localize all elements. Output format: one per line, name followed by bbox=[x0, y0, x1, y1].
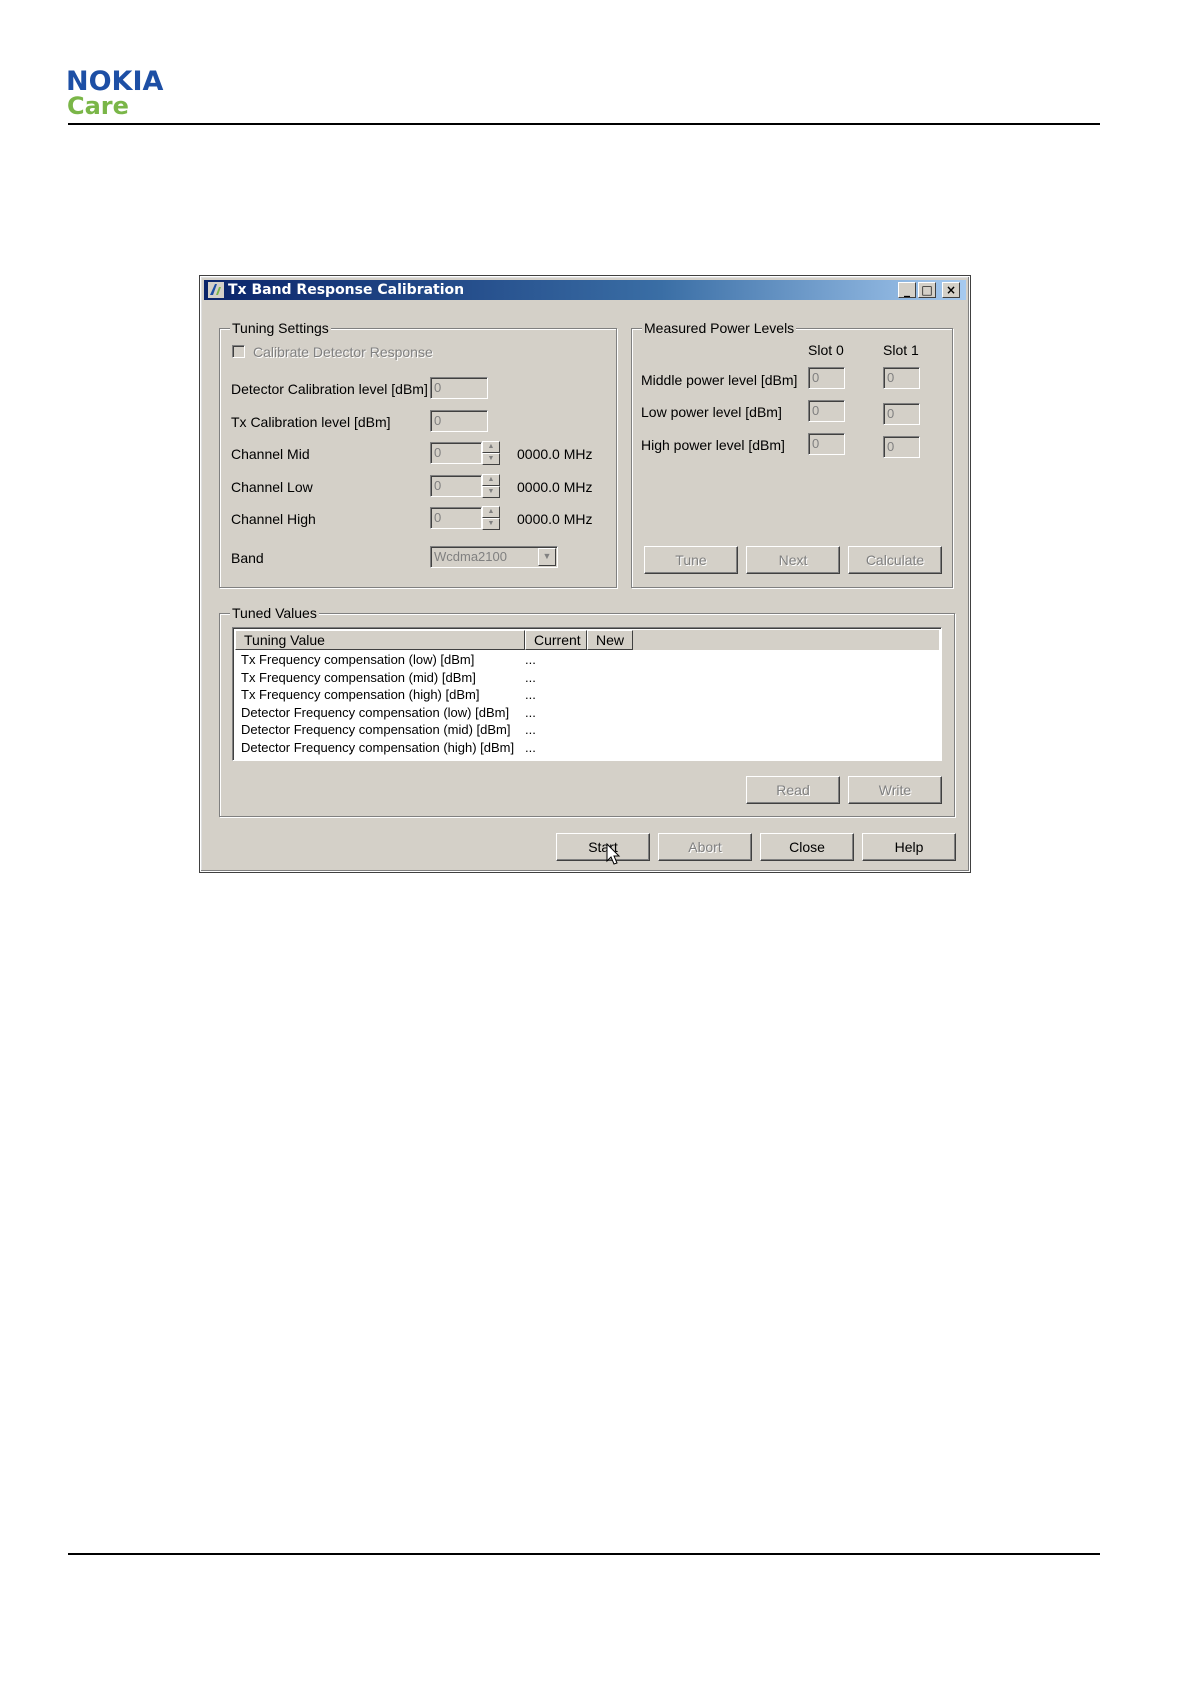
table-row[interactable]: Detector Frequency compensation (low) [d… bbox=[235, 704, 939, 722]
measured-power-label: Measured Power Levels bbox=[642, 320, 797, 336]
column-header-tuning-value[interactable]: Tuning Value bbox=[235, 630, 525, 650]
row-current: ... bbox=[525, 722, 536, 738]
title-bar[interactable]: Tx Band Response Calibration _ □ × bbox=[204, 280, 966, 300]
channel-low-label: Channel Low bbox=[231, 479, 313, 495]
column-header-new[interactable]: New bbox=[587, 630, 633, 650]
maximize-button[interactable]: □ bbox=[918, 282, 936, 298]
calibrate-detector-checkbox[interactable] bbox=[232, 345, 245, 358]
middle-power-slot0-input[interactable]: 0 bbox=[808, 367, 845, 389]
column-header-current[interactable]: Current bbox=[525, 630, 587, 650]
list-header: Tuning Value Current New bbox=[235, 630, 939, 650]
tuned-values-label: Tuned Values bbox=[230, 605, 319, 621]
channel-mid-frequency: 0000.0 MHz bbox=[517, 446, 593, 462]
middle-power-label: Middle power level [dBm] bbox=[641, 372, 798, 388]
tuning-settings-label: Tuning Settings bbox=[230, 320, 331, 336]
up-arrow-icon[interactable]: ▲ bbox=[482, 506, 500, 518]
channel-high-frequency: 0000.0 MHz bbox=[517, 511, 593, 527]
header-rule bbox=[68, 123, 1100, 125]
window-title: Tx Band Response Calibration bbox=[228, 282, 465, 298]
row-current: ... bbox=[525, 704, 536, 720]
calibrate-detector-label: Calibrate Detector Response bbox=[253, 344, 433, 360]
low-power-slot0-input[interactable]: 0 bbox=[808, 400, 845, 422]
table-row[interactable]: Tx Frequency compensation (high) [dBm]..… bbox=[235, 686, 939, 704]
help-button[interactable]: Help bbox=[862, 833, 956, 861]
tune-button[interactable]: Tune bbox=[644, 546, 738, 574]
read-button[interactable]: Read bbox=[746, 776, 840, 804]
detector-calibration-level-input[interactable]: 0 bbox=[430, 377, 488, 399]
row-name: Tx Frequency compensation (low) [dBm] bbox=[241, 652, 475, 667]
row-name: Detector Frequency compensation (mid) [d… bbox=[241, 722, 511, 738]
minimize-button[interactable]: _ bbox=[898, 282, 916, 298]
tx-calibration-level-label: Tx Calibration level [dBm] bbox=[231, 414, 391, 430]
band-selected-value: Wcdma2100 bbox=[434, 549, 507, 564]
row-name: Tx Frequency compensation (mid) [dBm] bbox=[241, 669, 476, 685]
calculate-button[interactable]: Calculate bbox=[848, 546, 942, 574]
table-row[interactable]: Tx Frequency compensation (mid) [dBm]... bbox=[235, 669, 939, 687]
close-button[interactable]: Close bbox=[760, 833, 854, 861]
close-window-button[interactable]: × bbox=[942, 282, 960, 298]
low-power-label: Low power level [dBm] bbox=[641, 404, 782, 420]
app-icon bbox=[208, 282, 224, 298]
high-power-slot1-input[interactable]: 0 bbox=[883, 436, 920, 458]
row-name: Detector Frequency compensation (low) [d… bbox=[241, 704, 510, 720]
channel-high-label: Channel High bbox=[231, 511, 316, 527]
row-name: Tx Frequency compensation (high) [dBm] bbox=[241, 687, 480, 703]
chevron-down-icon[interactable]: ▼ bbox=[538, 548, 556, 566]
row-current: ... bbox=[525, 687, 536, 703]
row-current: ... bbox=[525, 739, 536, 755]
channel-low-frequency: 0000.0 MHz bbox=[517, 479, 593, 495]
next-button[interactable]: Next bbox=[746, 546, 840, 574]
up-arrow-icon[interactable]: ▲ bbox=[482, 441, 500, 453]
row-current: ... bbox=[525, 669, 536, 685]
channel-low-input[interactable]: 0 bbox=[430, 475, 482, 497]
row-name: Detector Frequency compensation (high) [… bbox=[241, 739, 515, 755]
abort-button[interactable]: Abort bbox=[658, 833, 752, 861]
high-power-slot0-input[interactable]: 0 bbox=[808, 433, 845, 455]
detector-calibration-level-label: Detector Calibration level [dBm] bbox=[231, 381, 428, 397]
row-current: ... bbox=[525, 652, 536, 667]
down-arrow-icon[interactable]: ▼ bbox=[482, 486, 500, 498]
footer-rule bbox=[68, 1553, 1100, 1555]
brand-text: NOKIA bbox=[66, 66, 164, 97]
list-rows: Tx Frequency compensation (low) [dBm]...… bbox=[235, 651, 939, 757]
channel-high-input[interactable]: 0 bbox=[430, 507, 482, 529]
channel-high-stepper[interactable]: ▲ ▼ bbox=[482, 506, 500, 530]
tx-calibration-level-input[interactable]: 0 bbox=[430, 410, 488, 432]
slot1-header: Slot 1 bbox=[883, 342, 919, 358]
channel-low-stepper[interactable]: ▲ ▼ bbox=[482, 474, 500, 498]
slot0-header: Slot 0 bbox=[808, 342, 844, 358]
table-row[interactable]: Detector Frequency compensation (mid) [d… bbox=[235, 721, 939, 739]
sub-brand-text: Care bbox=[67, 92, 129, 120]
tuned-values-list[interactable]: Tuning Value Current New Tx Frequency co… bbox=[232, 627, 942, 761]
band-select[interactable]: Wcdma2100 ▼ bbox=[430, 546, 558, 568]
table-row[interactable]: Detector Frequency compensation (high) [… bbox=[235, 739, 939, 757]
write-button[interactable]: Write bbox=[848, 776, 942, 804]
down-arrow-icon[interactable]: ▼ bbox=[482, 518, 500, 530]
start-button[interactable]: Start bbox=[556, 833, 650, 861]
table-row[interactable]: Tx Frequency compensation (low) [dBm]... bbox=[235, 651, 939, 669]
down-arrow-icon[interactable]: ▼ bbox=[482, 453, 500, 465]
channel-mid-label: Channel Mid bbox=[231, 446, 310, 462]
high-power-label: High power level [dBm] bbox=[641, 437, 785, 453]
band-label: Band bbox=[231, 550, 264, 566]
low-power-slot1-input[interactable]: 0 bbox=[883, 403, 920, 425]
mouse-cursor-icon bbox=[606, 843, 621, 865]
up-arrow-icon[interactable]: ▲ bbox=[482, 474, 500, 486]
channel-mid-stepper[interactable]: ▲ ▼ bbox=[482, 441, 500, 465]
middle-power-slot1-input[interactable]: 0 bbox=[883, 367, 920, 389]
channel-mid-input[interactable]: 0 bbox=[430, 442, 482, 464]
